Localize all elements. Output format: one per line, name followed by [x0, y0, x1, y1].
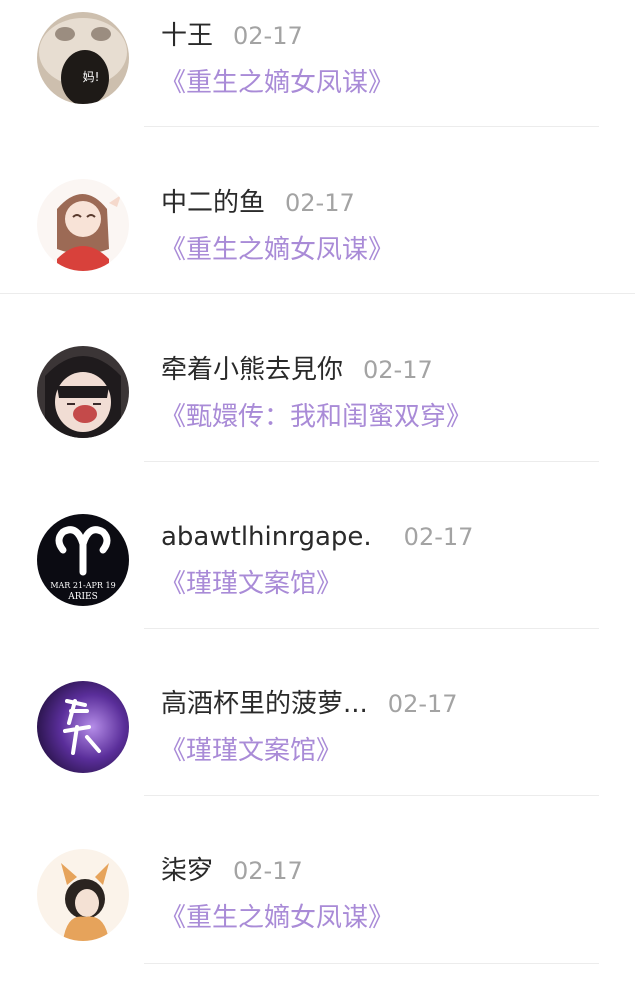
book-title-link[interactable]: 《重生之嫡女凤谋》	[160, 232, 394, 268]
avatar-subcaption: ARIES	[67, 592, 98, 602]
book-title-link[interactable]: 《瑾瑾文案馆》	[160, 566, 342, 602]
user-name[interactable]: 牵着小熊去見你	[161, 355, 343, 385]
comment-row[interactable]: 柒穸 02-17 《重生之嫡女凤谋》	[0, 835, 635, 1002]
user-name[interactable]: abawtlhinrgape.	[161, 522, 372, 552]
book-title-link[interactable]: 《重生之嫡女凤谋》	[160, 900, 394, 936]
avatar-caption: MAR 21-APR 19	[50, 581, 115, 590]
book-title-link[interactable]: 《重生之嫡女凤谋》	[160, 65, 394, 101]
cat-crying-avatar-icon[interactable]: 妈!	[37, 12, 129, 104]
divider	[144, 126, 599, 127]
comment-date: 02-17	[363, 356, 433, 384]
comment-row[interactable]: MAR 21-APR 19 ARIES abawtlhinrgape. 02-17…	[0, 501, 635, 668]
anime-girl-avatar-icon[interactable]	[37, 179, 129, 271]
user-name[interactable]: 中二的鱼	[161, 188, 265, 218]
comment-date: 02-17	[233, 22, 303, 50]
comment-row[interactable]: 牵着小熊去見你 02-17 《甄嬛传：我和闺蜜双穿》	[0, 334, 635, 501]
anime-girl-shouting-avatar-icon[interactable]	[37, 346, 129, 438]
comment-row[interactable]: 高酒杯里的菠萝... 02-17 《瑾瑾文案馆》	[0, 668, 635, 835]
divider	[144, 963, 599, 964]
user-name[interactable]: 柒穸	[161, 856, 213, 886]
divider	[144, 628, 599, 629]
avatar-caption: 妈!	[83, 70, 100, 84]
divider	[0, 293, 635, 294]
book-title-link[interactable]: 《瑾瑾文案馆》	[160, 733, 342, 769]
comment-date: 02-17	[387, 690, 458, 718]
user-name[interactable]: 十王	[161, 21, 213, 51]
comment-row[interactable]: 妈! 十王 02-17 《重生之嫡女凤谋》	[0, 0, 635, 167]
comment-date: 02-17	[403, 523, 474, 551]
comment-date: 02-17	[233, 857, 303, 885]
divider	[144, 461, 599, 462]
comment-row[interactable]: 中二的鱼 02-17 《重生之嫡女凤谋》	[0, 167, 635, 334]
comment-date: 02-17	[285, 189, 355, 217]
purple-calligraphy-avatar-icon[interactable]	[37, 681, 129, 773]
book-title-link[interactable]: 《甄嬛传：我和闺蜜双穿》	[160, 399, 472, 435]
divider	[144, 795, 599, 796]
aries-zodiac-avatar-icon[interactable]: MAR 21-APR 19 ARIES	[37, 514, 129, 606]
user-name[interactable]: 高酒杯里的菠萝...	[161, 689, 368, 719]
fox-girl-avatar-icon[interactable]	[37, 849, 129, 941]
